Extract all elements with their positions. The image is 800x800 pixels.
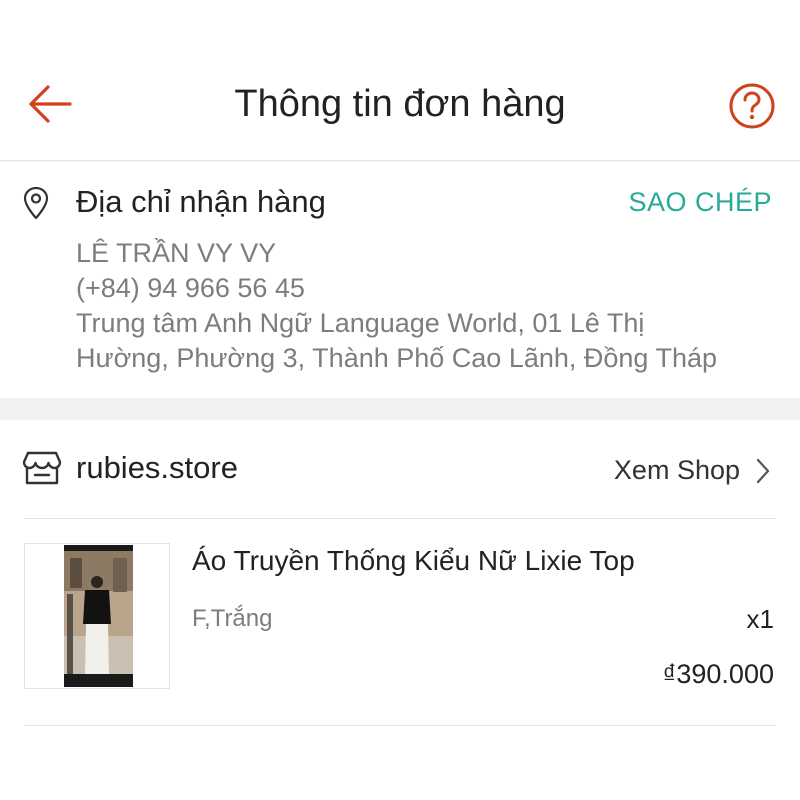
storefront-icon (22, 451, 62, 485)
product-price: ₫390.000 (662, 659, 774, 689)
shop-header[interactable]: rubies.store Xem Shop (0, 420, 800, 518)
page-title: Thông tin đơn hàng (234, 83, 566, 125)
product-quantity: x1 (746, 604, 774, 634)
section-divider (0, 398, 800, 420)
product-variant: F,Trắng (192, 605, 273, 632)
shop-row-divider (24, 518, 776, 519)
view-shop-button[interactable]: Xem Shop (614, 452, 740, 488)
recipient-name: LÊ TRẦN VY VY (76, 238, 277, 268)
address-line-2: Hường, Phường 3, Thành Phố Cao Lãnh, Đồn… (76, 343, 717, 373)
top-app-bar: Thông tin đơn hàng (0, 0, 800, 161)
product-name[interactable]: Áo Truyền Thống Kiểu Nữ Lixie Top (192, 542, 635, 580)
help-button[interactable] (728, 82, 776, 130)
address-line-1: Trung tâm Anh Ngữ Language World, 01 Lê … (76, 308, 645, 338)
product-row-divider (24, 725, 776, 726)
copy-address-button[interactable]: SAO CHÉP (628, 184, 772, 220)
recipient-phone: (+84) 94 966 56 45 (76, 273, 305, 303)
shipping-address-section: Địa chỉ nhận hàng SAO CHÉP LÊ TRẦN VY VY… (0, 162, 800, 398)
product-thumbnail[interactable] (24, 543, 170, 689)
chevron-right-icon (756, 458, 770, 484)
address-heading: Địa chỉ nhận hàng (76, 184, 326, 219)
shop-name[interactable]: rubies.store (76, 448, 238, 488)
question-circle-icon (729, 83, 775, 129)
product-image (64, 545, 133, 687)
location-pin-icon (23, 186, 49, 220)
